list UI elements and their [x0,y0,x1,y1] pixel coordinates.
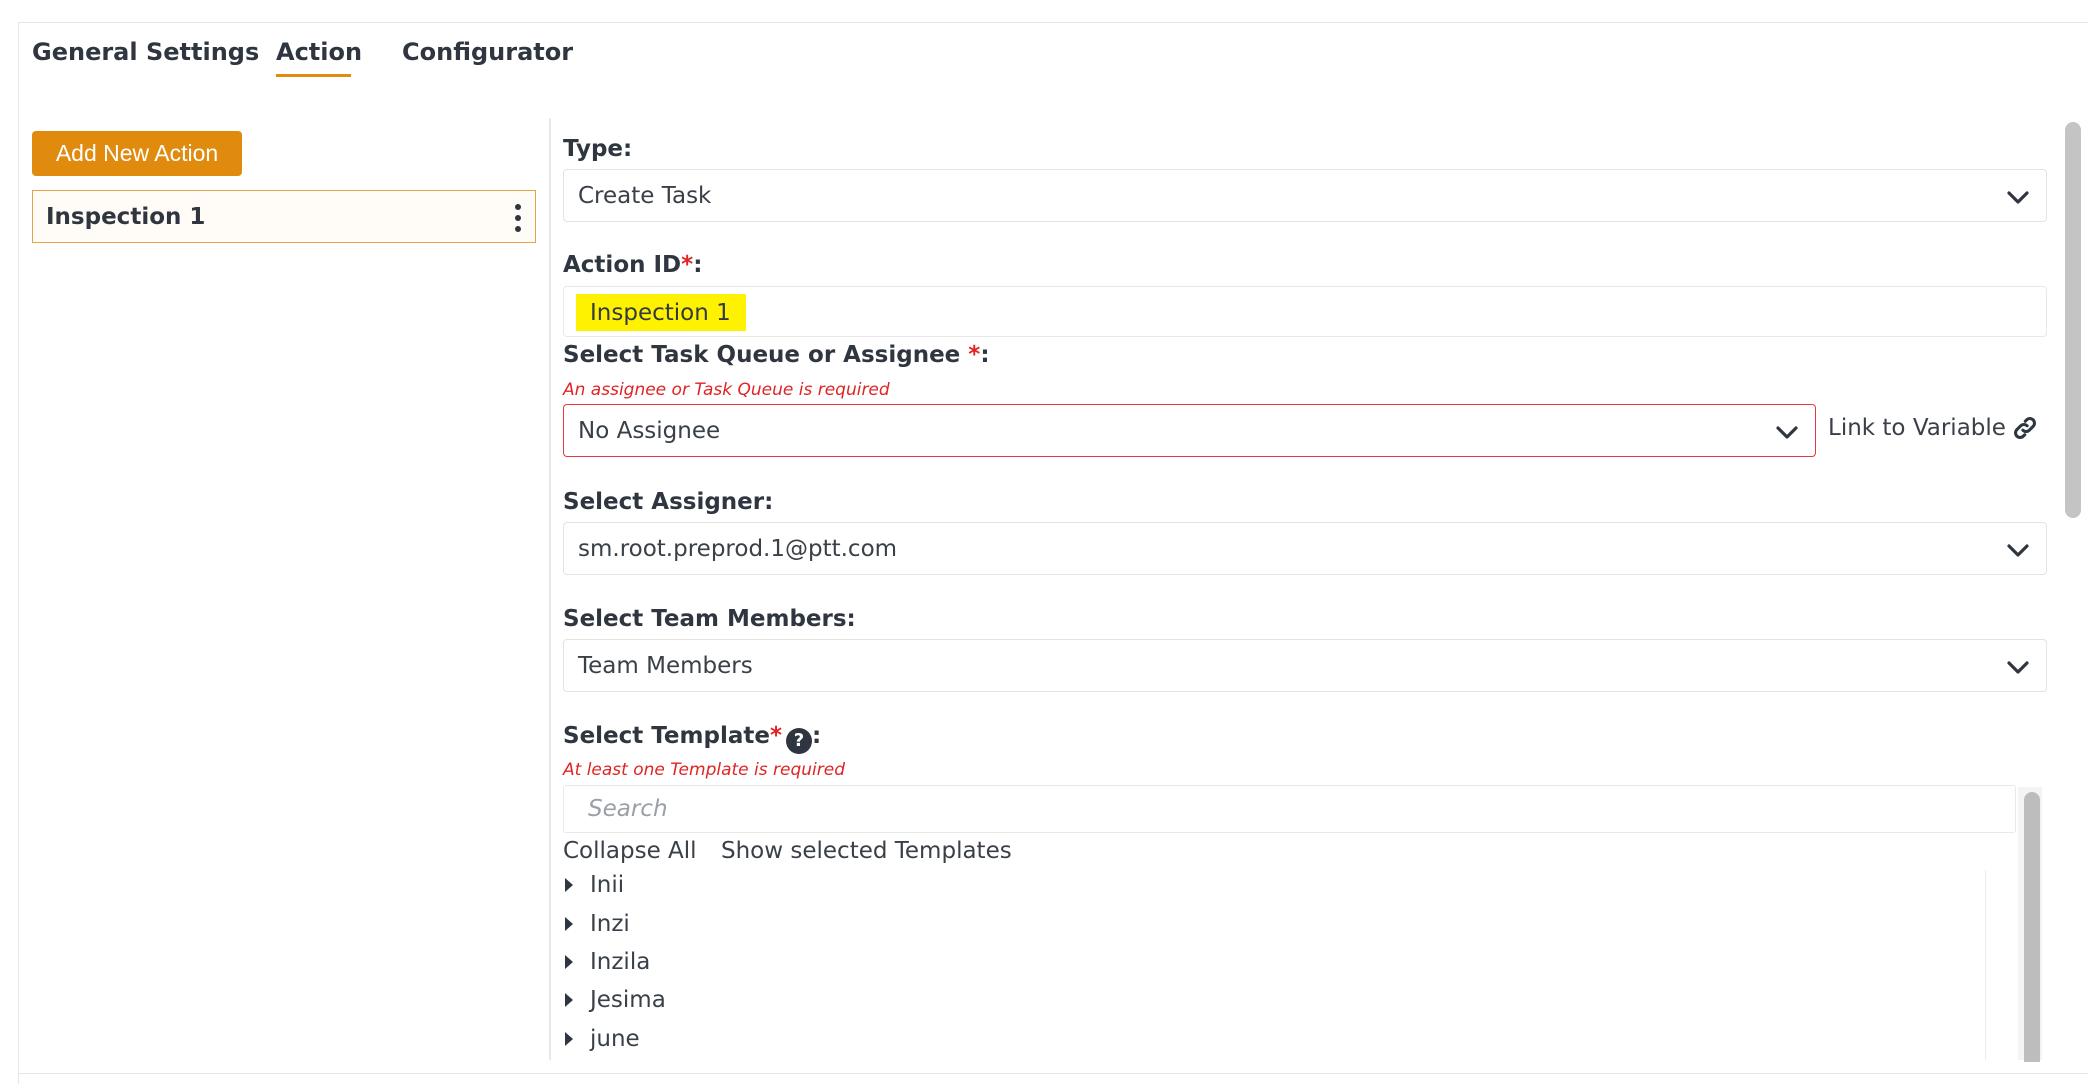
template-error: At least one Template is required [563,760,845,780]
caret-right-icon[interactable] [565,1032,573,1046]
required-mark: * [681,252,694,278]
template-list-divider [1985,870,1986,1060]
assignee-select-value: No Assignee [578,417,721,444]
required-mark: * [968,342,981,368]
template-search-input[interactable]: Search [563,785,2016,833]
collapse-all-button[interactable]: Collapse All [563,838,697,864]
link-to-variable-label: Link to Variable [1828,415,2006,441]
help-icon[interactable]: ? [785,728,812,754]
template-tree-item[interactable]: june [563,1021,640,1057]
assigner-label: Select Assigner: [563,489,774,515]
template-tree-item-label: Inzila [590,949,651,975]
team-members-label: Select Team Members: [563,606,856,632]
label-colon: : [693,252,703,278]
chevron-down-icon [2007,544,2029,557]
bottom-divider [18,1073,2088,1074]
assignee-select[interactable]: No Assignee [563,404,1816,457]
label-colon: : [980,342,990,368]
template-tree-item[interactable]: Inzila [563,944,650,980]
team-members-select[interactable]: Team Members [563,639,2047,692]
caret-right-icon[interactable] [565,955,573,969]
active-tab-indicator [276,74,351,77]
action-id-label-text: Action ID [563,252,682,278]
task-queue-label: Select Task Queue or Assignee *: [563,342,990,368]
template-scrollbar-thumb[interactable] [2024,792,2040,1062]
type-select-value: Create Task [578,182,712,209]
tab-configurator[interactable]: Configurator [402,38,573,66]
template-tree-item[interactable]: Inii [563,867,624,903]
chevron-down-icon [2007,191,2029,204]
action-id-value: Inspection 1 [576,294,746,331]
team-members-select-value: Team Members [578,652,753,679]
link-icon [2013,417,2036,439]
more-vertical-icon[interactable] [513,204,523,232]
form-scrollbar-thumb[interactable] [2065,122,2081,518]
assigner-select-value: sm.root.preprod.1@ptt.com [578,535,898,562]
required-mark: * [769,723,782,749]
column-divider [549,118,551,1060]
chevron-down-icon [2007,661,2029,674]
show-selected-templates-button[interactable]: Show selected Templates [721,838,1012,864]
caret-right-icon[interactable] [565,878,573,892]
type-label: Type: [563,136,633,162]
tab-general-settings[interactable]: General Settings [32,38,259,66]
type-select[interactable]: Create Task [563,169,2047,222]
template-tree-item-label: Inzi [590,911,630,937]
assigner-select[interactable]: sm.root.preprod.1@ptt.com [563,522,2047,575]
template-tree-item-label: Jesima [590,987,666,1013]
template-label: Select Template*?: [563,723,821,754]
caret-right-icon[interactable] [565,993,573,1007]
tab-action[interactable]: Action [276,38,362,66]
caret-right-icon[interactable] [565,917,573,931]
template-tree-item[interactable]: Jesima [563,982,666,1018]
template-tree-item[interactable]: Inzi [563,906,630,942]
chevron-down-icon [1776,426,1798,439]
template-label-text: Select Template [563,723,770,749]
action-id-label: Action ID*: [563,252,702,278]
action-list-item[interactable]: Inspection 1 [32,190,536,243]
task-queue-label-text: Select Task Queue or Assignee [563,342,969,368]
template-tree-item-label: Inii [590,872,625,898]
action-list-item-label: Inspection 1 [46,203,206,230]
template-search-placeholder: Search [588,796,668,822]
action-id-field[interactable]: Inspection 1 [563,286,2047,337]
task-queue-error: An assignee or Task Queue is required [563,380,890,400]
label-colon: : [811,723,822,749]
add-new-action-button[interactable]: Add New Action [32,131,242,176]
link-to-variable-button[interactable]: Link to Variable [1828,415,2038,441]
template-tree-item-label: june [590,1026,640,1052]
